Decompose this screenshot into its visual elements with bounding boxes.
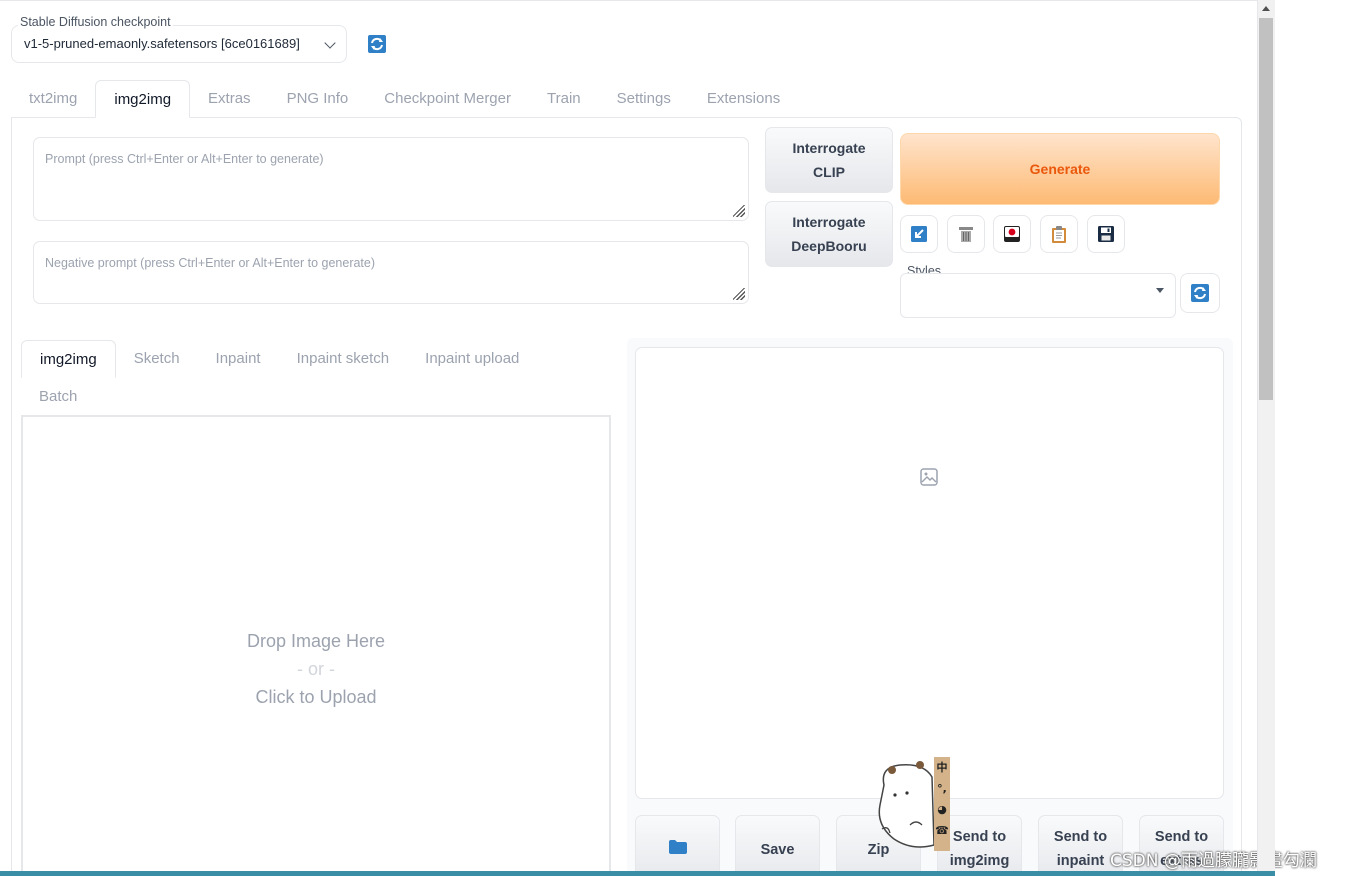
open-folder-button[interactable] — [635, 815, 720, 876]
extra-networks-button[interactable] — [993, 215, 1031, 253]
interrogate-deepbooru-button[interactable]: Interrogate DeepBooru — [765, 201, 893, 267]
interrogate-clip-line2: CLIP — [813, 164, 845, 180]
img2img-mode-tabs: img2img Sketch Inpaint Inpaint sketch In… — [21, 340, 611, 416]
save-style-button[interactable] — [1087, 215, 1125, 253]
generate-button[interactable]: Generate — [900, 133, 1220, 205]
subtab-inpaint-sketch[interactable]: Inpaint sketch — [279, 340, 408, 378]
resize-handle-icon[interactable] — [733, 288, 745, 300]
refresh-icon — [1191, 284, 1209, 302]
tab-img2img[interactable]: img2img — [95, 80, 191, 118]
tab-settings[interactable]: Settings — [599, 80, 689, 118]
send-to-img2img-line2: img2img — [949, 853, 1010, 869]
watermark: CSDN @雨過朦朧影畫勾瀾 — [1110, 851, 1317, 871]
subtab-sketch[interactable]: Sketch — [116, 340, 198, 378]
arrow-down-left-icon — [911, 226, 927, 242]
negative-prompt-placeholder: Negative prompt (press Ctrl+Enter or Alt… — [45, 256, 376, 270]
checkpoint-value: v1-5-pruned-emaonly.safetensors [6ce0161… — [24, 36, 300, 51]
refresh-checkpoint-button[interactable] — [357, 24, 397, 64]
mascot-sign: 中 °, ◕ ☎ — [934, 757, 950, 851]
interrogate-clip-line1: Interrogate — [792, 140, 866, 156]
upload-or-text: - or - — [297, 659, 335, 679]
folder-icon — [668, 840, 687, 854]
prompt-placeholder: Prompt (press Ctrl+Enter or Alt+Enter to… — [45, 152, 324, 166]
tab-extensions[interactable]: Extensions — [689, 80, 798, 118]
send-to-extras-line1: Send to — [1154, 829, 1209, 845]
styles-dropdown[interactable] — [900, 273, 1176, 318]
mascot-char: 中 — [936, 761, 948, 774]
send-to-img2img-line1: Send to — [952, 829, 1007, 845]
subtab-inpaint[interactable]: Inpaint — [198, 340, 279, 378]
mascot-char: ☎ — [935, 824, 949, 837]
chevron-down-icon — [324, 37, 336, 49]
tab-txt2img[interactable]: txt2img — [11, 80, 95, 118]
read-params-button[interactable] — [900, 215, 938, 253]
image-upload-area[interactable]: Drop Image Here - or - Click to Upload — [21, 415, 611, 876]
output-gallery — [635, 347, 1224, 799]
upload-instructions: Drop Image Here - or - Click to Upload — [23, 627, 609, 711]
checkpoint-label: Stable Diffusion checkpoint — [18, 15, 173, 29]
clipboard-icon — [1052, 225, 1066, 243]
subtab-img2img[interactable]: img2img — [21, 340, 116, 378]
image-placeholder-icon — [920, 468, 938, 486]
refresh-icon — [368, 35, 386, 53]
card-icon — [1004, 226, 1020, 242]
floppy-disk-icon — [1098, 226, 1114, 242]
interrogate-clip-button[interactable]: Interrogate CLIP — [765, 127, 893, 193]
upload-click-text: Click to Upload — [255, 687, 377, 707]
subtab-inpaint-upload[interactable]: Inpaint upload — [407, 340, 537, 378]
tab-png-info[interactable]: PNG Info — [269, 80, 367, 118]
upload-drop-text: Drop Image Here — [246, 631, 386, 651]
refresh-styles-button[interactable] — [1180, 273, 1220, 313]
subtab-batch[interactable]: Batch — [21, 378, 95, 416]
clear-prompt-button[interactable] — [947, 215, 985, 253]
tab-train[interactable]: Train — [529, 80, 599, 118]
apply-style-button[interactable] — [1040, 215, 1078, 253]
negative-prompt-input[interactable]: Negative prompt (press Ctrl+Enter or Alt… — [33, 241, 749, 304]
scrollbar-thumb[interactable] — [1259, 18, 1273, 400]
mascot-char: ◕ — [937, 803, 947, 816]
caret-down-icon — [1156, 288, 1164, 293]
mascot-char: °, — [937, 782, 947, 795]
main-tab-bar: txt2img img2img Extras PNG Info Checkpoi… — [11, 80, 798, 118]
tab-extras[interactable]: Extras — [190, 80, 269, 118]
trash-icon — [959, 226, 973, 242]
prompt-input[interactable]: Prompt (press Ctrl+Enter or Alt+Enter to… — [33, 137, 749, 221]
send-to-inpaint-line1: Send to — [1053, 829, 1108, 845]
taskbar-strip — [0, 871, 1275, 876]
top-divider — [0, 0, 1257, 1]
scroll-up-arrow-icon[interactable] — [1262, 6, 1270, 11]
tab-checkpoint-merger[interactable]: Checkpoint Merger — [366, 80, 529, 118]
interrogate-deepbooru-line2: DeepBooru — [791, 238, 867, 254]
interrogate-deepbooru-line1: Interrogate — [792, 214, 866, 230]
resize-handle-icon[interactable] — [733, 205, 745, 217]
save-button[interactable]: Save — [735, 815, 820, 876]
send-to-inpaint-line2: inpaint — [1056, 853, 1105, 869]
checkpoint-dropdown[interactable]: v1-5-pruned-emaonly.safetensors [6ce0161… — [11, 25, 347, 63]
